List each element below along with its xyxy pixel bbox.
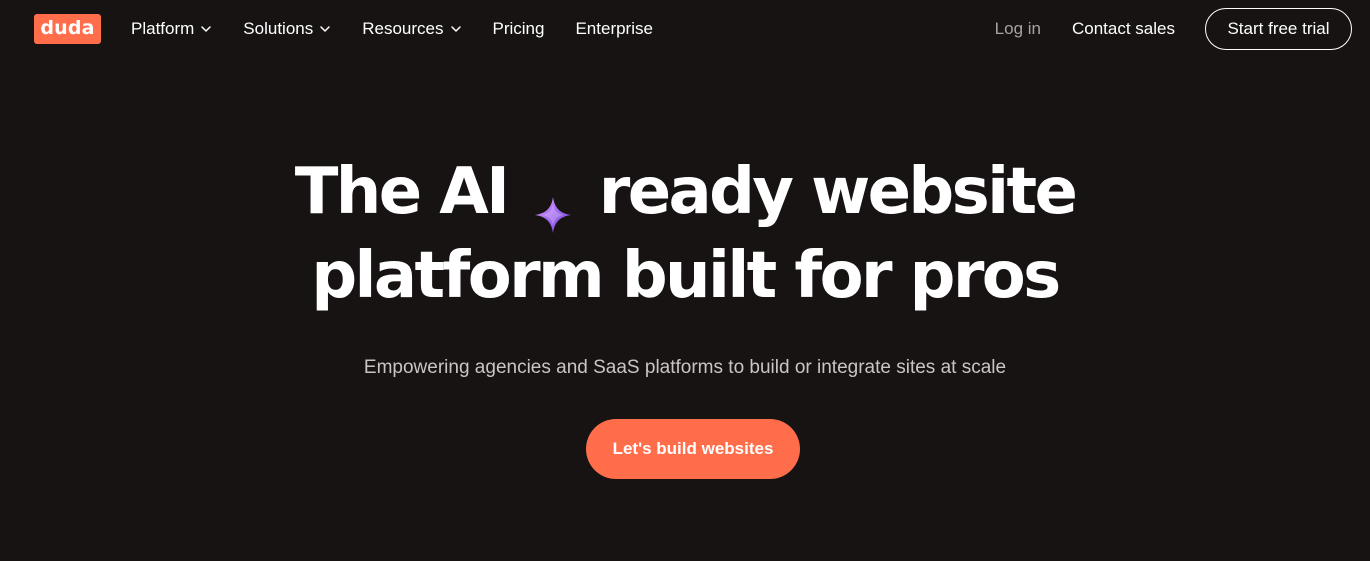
duda-logo[interactable]: duda	[34, 14, 101, 44]
headline-line-2: platform built for pros	[311, 239, 1061, 313]
nav-item-pricing[interactable]: Pricing	[493, 19, 545, 39]
header-actions: Log in Contact sales Start free trial	[995, 8, 1352, 50]
nav-item-enterprise[interactable]: Enterprise	[575, 19, 652, 39]
chevron-down-icon	[450, 23, 462, 35]
start-free-trial-button[interactable]: Start free trial	[1205, 8, 1352, 50]
start-free-trial-label: Start free trial	[1227, 19, 1330, 38]
nav-item-label: Enterprise	[575, 19, 653, 38]
site-header: duda Platform Solutions Resources Pricin…	[0, 0, 1370, 58]
sparkle-icon	[533, 172, 573, 234]
contact-sales-link[interactable]: Contact sales	[1072, 19, 1175, 39]
build-websites-label: Let's build websites	[612, 439, 774, 458]
hero-section: The AI ready website platform built for …	[0, 150, 1370, 318]
hero-headline: The AI ready website platform built for …	[0, 150, 1370, 318]
nav-item-resources[interactable]: Resources	[362, 19, 461, 39]
page: duda Platform Solutions Resources Pricin…	[0, 0, 1370, 561]
headline-part-2: ready website	[598, 155, 1078, 229]
login-link[interactable]: Log in	[995, 19, 1041, 39]
chevron-down-icon	[200, 23, 212, 35]
headline-part-1: The AI	[294, 155, 510, 229]
nav-item-label: Pricing	[492, 19, 545, 38]
logo-text: duda	[40, 17, 95, 39]
headline-line-1: The AI ready website	[0, 150, 1370, 234]
hero-subheadline: Empowering agencies and SaaS platforms t…	[363, 357, 1007, 378]
build-websites-button[interactable]: Let's build websites	[586, 419, 800, 479]
main-nav: Platform Solutions Resources Pricing Ent…	[131, 18, 684, 40]
nav-item-label: Platform	[131, 19, 195, 38]
chevron-down-icon	[319, 23, 331, 35]
nav-item-solutions[interactable]: Solutions	[243, 19, 331, 39]
nav-item-platform[interactable]: Platform	[131, 19, 212, 39]
nav-item-label: Resources	[362, 19, 444, 38]
nav-item-label: Solutions	[243, 19, 314, 38]
